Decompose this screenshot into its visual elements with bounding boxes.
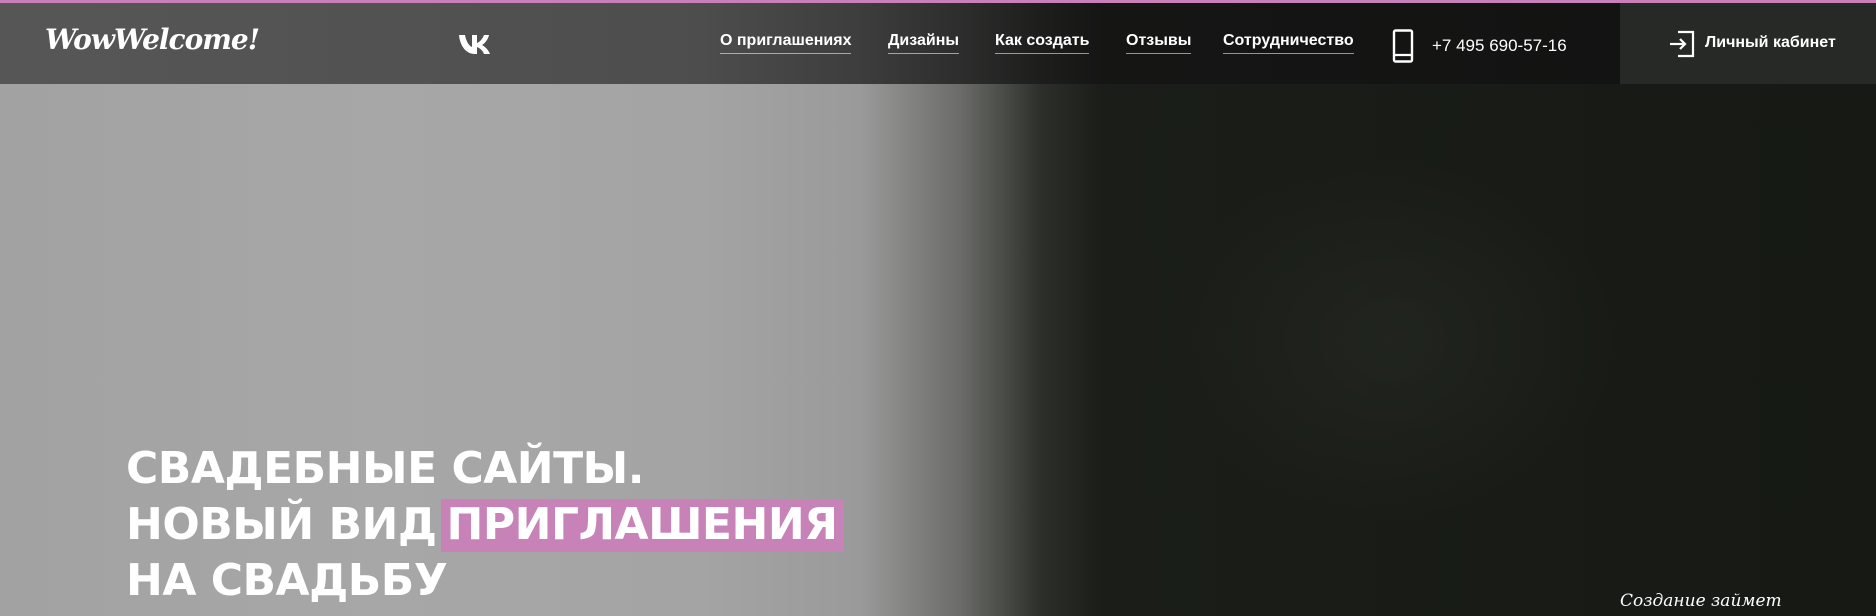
creation-time-note-text: Создание займет [1620, 591, 1782, 611]
hero-title-line-1: СВАДЕБНЫЕ САЙТЫ. [126, 443, 644, 494]
mobile-phone-icon [1392, 29, 1414, 63]
phone-number[interactable]: +7 495 690-57-16 [1432, 36, 1567, 56]
personal-cabinet-label: Личный кабинет [1705, 34, 1836, 51]
hero-title-line-2: НОВЫЙ ВИД ПРИГЛАШЕНИЯ [126, 497, 844, 553]
hero-title: СВАДЕБНЫЕ САЙТЫ. НОВЫЙ ВИД ПРИГЛАШЕНИЯ НА… [126, 441, 844, 609]
nav-link-about[interactable]: О приглашениях [720, 32, 852, 54]
hero-title-highlight: ПРИГЛАШЕНИЯ [440, 499, 844, 552]
site-header: WowWelcome! О приглашениях Дизайны Как с… [0, 3, 1876, 84]
nav-link-partnership[interactable]: Сотрудничество [1223, 32, 1354, 54]
login-icon [1670, 30, 1695, 58]
hero-title-line-2-prefix: НОВЫЙ ВИД [126, 499, 437, 550]
personal-cabinet-button[interactable]: Личный кабинет [1620, 3, 1876, 84]
site-logo[interactable]: WowWelcome! [45, 23, 260, 56]
accent-top-line [0, 0, 1876, 3]
hero-title-line-3: НА СВАДЬБУ [126, 555, 448, 606]
nav-link-reviews[interactable]: Отзывы [1126, 32, 1192, 54]
vk-icon[interactable] [458, 33, 494, 55]
creation-time-note: Создание займет [1620, 591, 1782, 611]
nav-link-designs[interactable]: Дизайны [888, 32, 960, 54]
nav-link-how-to-create[interactable]: Как создать [995, 32, 1090, 54]
